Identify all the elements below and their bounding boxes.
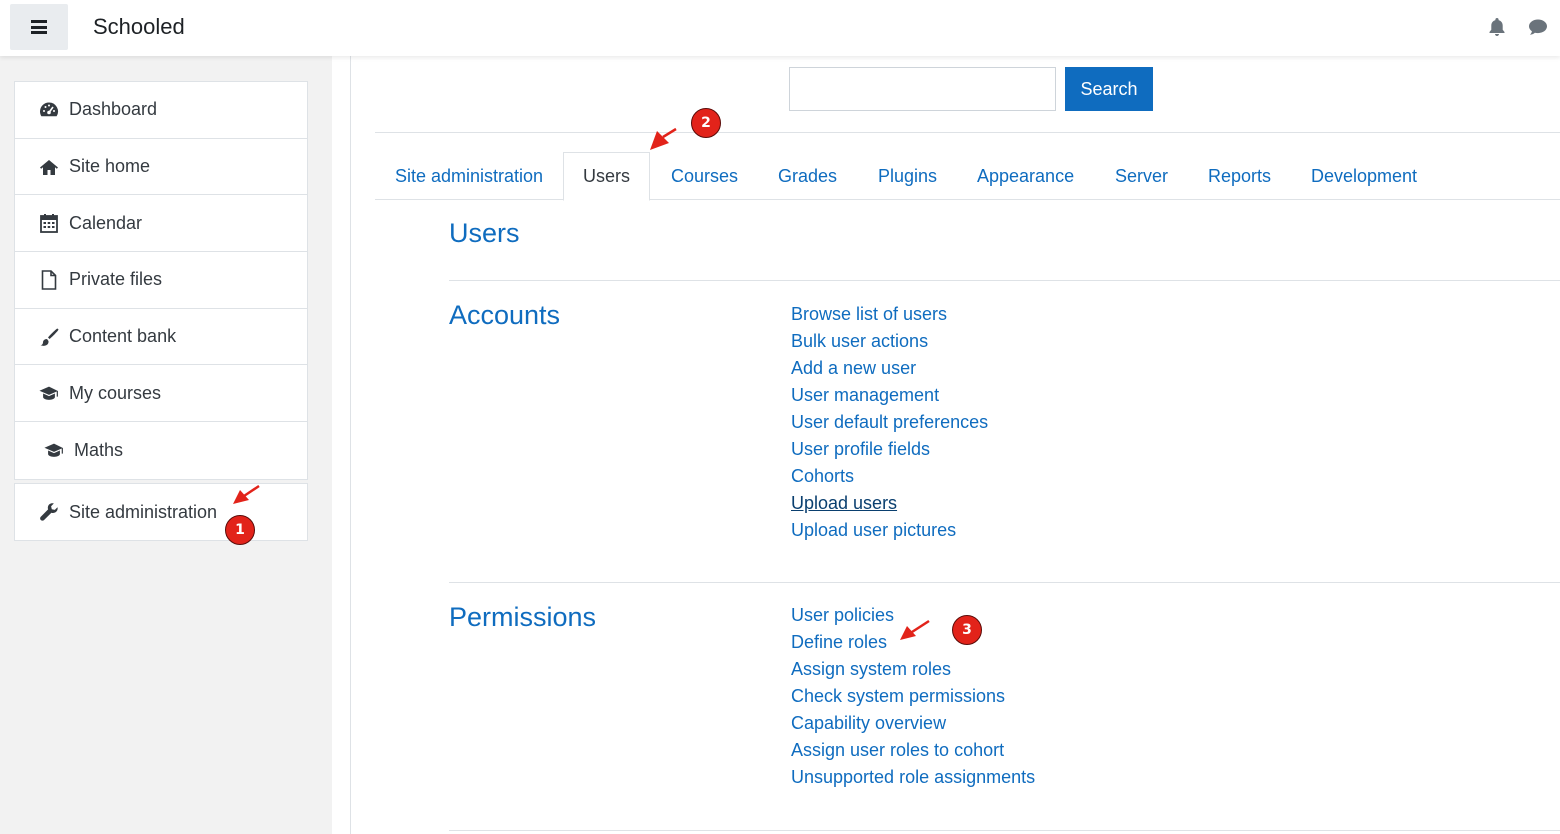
top-navbar: Schooled: [0, 0, 1560, 56]
hamburger-icon: [31, 20, 47, 34]
annotation-arrow-3: [900, 619, 930, 640]
annotation-arrow-2: [650, 127, 677, 150]
annotation-arrows: [233, 127, 930, 640]
annotation-arrow-1: [233, 484, 260, 504]
chat-bubble-icon[interactable]: [1527, 16, 1549, 38]
annotation-badge: 2: [691, 108, 721, 138]
hamburger-menu-button[interactable]: [10, 4, 68, 50]
site-name[interactable]: Schooled: [93, 14, 185, 40]
bell-icon[interactable]: [1486, 16, 1508, 38]
annotation-badge: 3: [952, 615, 982, 645]
annotation-badge: 1: [225, 515, 255, 545]
